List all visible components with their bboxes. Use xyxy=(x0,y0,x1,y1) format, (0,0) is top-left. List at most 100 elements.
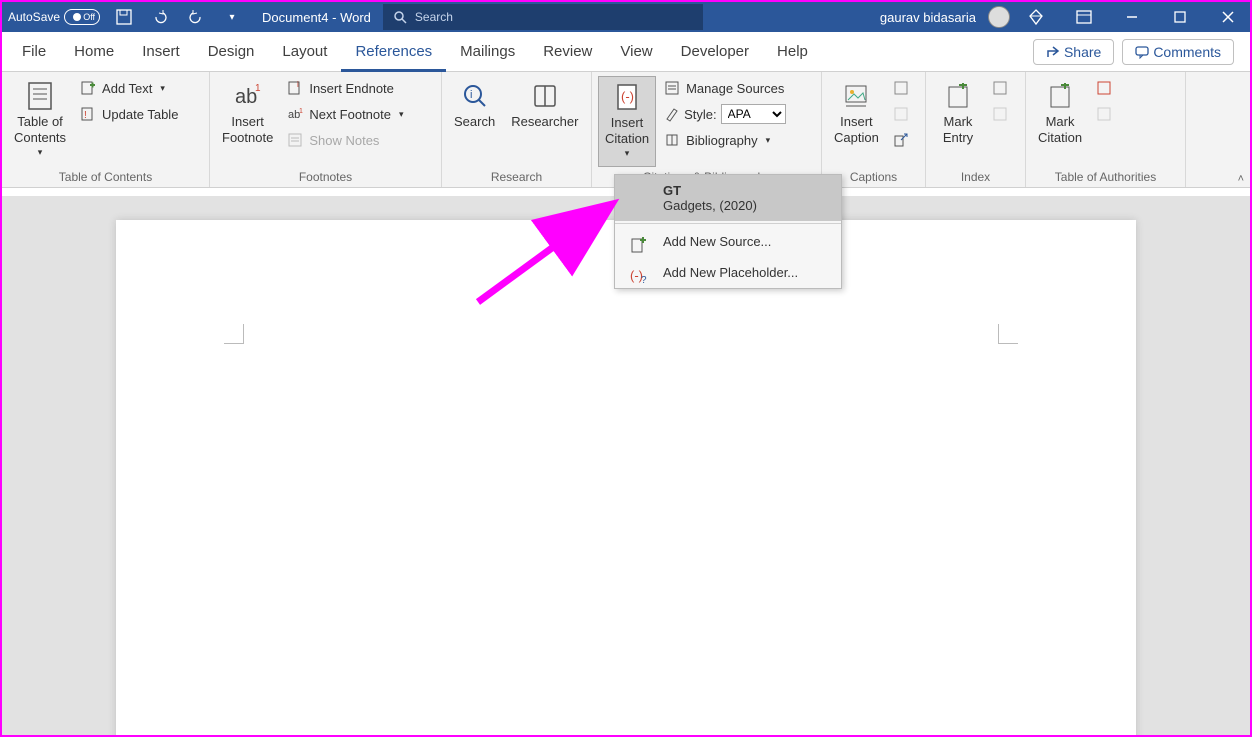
autosave-label: AutoSave xyxy=(8,10,60,24)
tab-file[interactable]: File xyxy=(8,32,60,72)
update-figures-button xyxy=(889,102,913,126)
group-label-footnotes: Footnotes xyxy=(216,167,435,187)
tab-design[interactable]: Design xyxy=(194,32,269,72)
avatar[interactable] xyxy=(988,6,1010,28)
insert-citation-button[interactable]: (-) Insert Citation ▾ xyxy=(598,76,656,167)
search-icon xyxy=(393,10,407,24)
tab-review[interactable]: Review xyxy=(529,32,606,72)
share-icon xyxy=(1046,45,1060,59)
maximize-icon[interactable] xyxy=(1158,2,1202,32)
citation-source-detail: Gadgets, (2020) xyxy=(663,198,829,213)
style-icon xyxy=(664,106,680,122)
tab-references[interactable]: References xyxy=(341,32,446,72)
ribbon-display-icon[interactable] xyxy=(1062,2,1106,32)
tab-help[interactable]: Help xyxy=(763,32,822,72)
citation-style-select[interactable]: APA xyxy=(721,104,786,124)
update-table-icon: ! xyxy=(80,106,96,122)
margin-corner-tl xyxy=(224,324,244,344)
tab-insert[interactable]: Insert xyxy=(128,32,194,72)
mark-entry-button[interactable]: Mark Entry xyxy=(932,76,984,167)
autosave-toggle[interactable]: AutoSave Off xyxy=(2,9,106,25)
tab-layout[interactable]: Layout xyxy=(268,32,341,72)
insert-index-button[interactable] xyxy=(988,76,1012,100)
svg-text:?: ? xyxy=(641,275,647,285)
insert-footnote-button[interactable]: ab1 Insert Footnote xyxy=(216,76,279,167)
ribbon: Table of Contents ▾ Add Text ▾ !Update T… xyxy=(2,72,1250,188)
svg-text:(-): (-) xyxy=(621,89,634,104)
redo-icon[interactable] xyxy=(184,5,208,29)
comments-button[interactable]: Comments xyxy=(1122,39,1234,65)
mark-citation-icon xyxy=(1044,80,1076,112)
show-notes-button: Show Notes xyxy=(283,128,407,152)
insert-authorities-button[interactable] xyxy=(1092,76,1116,100)
footnote-icon: ab1 xyxy=(232,80,264,112)
ribbon-tabs: File Home Insert Design Layout Reference… xyxy=(2,32,1250,72)
comments-icon xyxy=(1135,45,1149,59)
svg-text:1: 1 xyxy=(299,108,303,115)
mark-citation-button[interactable]: Mark Citation xyxy=(1032,76,1088,167)
autosave-state[interactable]: Off xyxy=(64,9,100,25)
titlebar: AutoSave Off ▾ Document4 - Word Search g… xyxy=(2,2,1250,32)
search-placeholder: Search xyxy=(415,10,453,24)
add-new-source-item[interactable]: Add New Source... xyxy=(615,226,841,257)
add-text-icon xyxy=(80,80,96,96)
svg-text:i: i xyxy=(297,80,299,89)
add-placeholder-icon: (-)? xyxy=(629,267,647,285)
margin-corner-tr xyxy=(998,324,1018,344)
manage-sources-icon xyxy=(664,80,680,96)
toc-icon xyxy=(24,80,56,112)
qat-dropdown-icon[interactable]: ▾ xyxy=(220,5,244,29)
group-label-index: Index xyxy=(932,167,1019,187)
diamond-icon[interactable] xyxy=(1014,2,1058,32)
cross-ref-icon xyxy=(893,132,909,148)
search-box[interactable]: Search xyxy=(383,4,703,30)
collapse-ribbon-icon[interactable]: ˄ xyxy=(1238,173,1244,185)
search-button[interactable]: i Search xyxy=(448,76,501,167)
tab-view[interactable]: View xyxy=(606,32,666,72)
close-icon[interactable] xyxy=(1206,2,1250,32)
group-label-toc: Table of Contents xyxy=(8,167,203,187)
next-footnote-button[interactable]: ab1Next Footnote ▾ xyxy=(283,102,407,126)
citation-icon: (-) xyxy=(611,81,643,113)
bibliography-icon xyxy=(664,132,680,148)
citation-source-item[interactable]: GT Gadgets, (2020) xyxy=(615,175,841,221)
insert-endnote-button[interactable]: iInsert Endnote xyxy=(283,76,407,100)
share-button[interactable]: Share xyxy=(1033,39,1114,65)
add-new-placeholder-item[interactable]: (-)? Add New Placeholder... xyxy=(615,257,841,288)
researcher-button[interactable]: Researcher xyxy=(505,76,584,167)
tab-developer[interactable]: Developer xyxy=(667,32,763,72)
update-authorities-button xyxy=(1092,102,1116,126)
insert-citation-dropdown: GT Gadgets, (2020) Add New Source... (-)… xyxy=(614,174,842,289)
cross-reference-button[interactable] xyxy=(889,128,913,152)
endnote-icon: i xyxy=(287,80,303,96)
tab-home[interactable]: Home xyxy=(60,32,128,72)
researcher-icon xyxy=(529,80,561,112)
next-footnote-icon: ab1 xyxy=(287,106,303,122)
manage-sources-button[interactable]: Manage Sources xyxy=(660,76,790,100)
document-page[interactable] xyxy=(116,220,1136,735)
insert-table-figures-button[interactable] xyxy=(889,76,913,100)
insert-caption-button[interactable]: Insert Caption xyxy=(828,76,885,167)
group-label-authorities: Table of Authorities xyxy=(1032,167,1179,187)
user-name[interactable]: gaurav bidasaria xyxy=(872,10,984,25)
citation-style-row: Style: APA xyxy=(660,102,790,126)
add-source-icon xyxy=(629,236,647,254)
bibliography-button[interactable]: Bibliography ▾ xyxy=(660,128,790,152)
table-figures-icon xyxy=(893,80,909,96)
caption-icon xyxy=(840,80,872,112)
svg-text:!: ! xyxy=(84,110,87,121)
save-icon[interactable] xyxy=(112,5,136,29)
tab-mailings[interactable]: Mailings xyxy=(446,32,529,72)
svg-text:i: i xyxy=(470,89,472,101)
group-label-research: Research xyxy=(448,167,585,187)
citation-source-title: GT xyxy=(663,183,829,198)
dropdown-separator xyxy=(615,223,841,224)
svg-text:ab: ab xyxy=(235,86,257,108)
table-of-contents-button[interactable]: Table of Contents ▾ xyxy=(8,76,72,167)
undo-icon[interactable] xyxy=(148,5,172,29)
add-text-button[interactable]: Add Text ▾ xyxy=(76,76,182,100)
minimize-icon[interactable] xyxy=(1110,2,1154,32)
document-title: Document4 - Word xyxy=(262,10,371,25)
update-table-button[interactable]: !Update Table xyxy=(76,102,182,126)
mark-entry-icon xyxy=(942,80,974,112)
